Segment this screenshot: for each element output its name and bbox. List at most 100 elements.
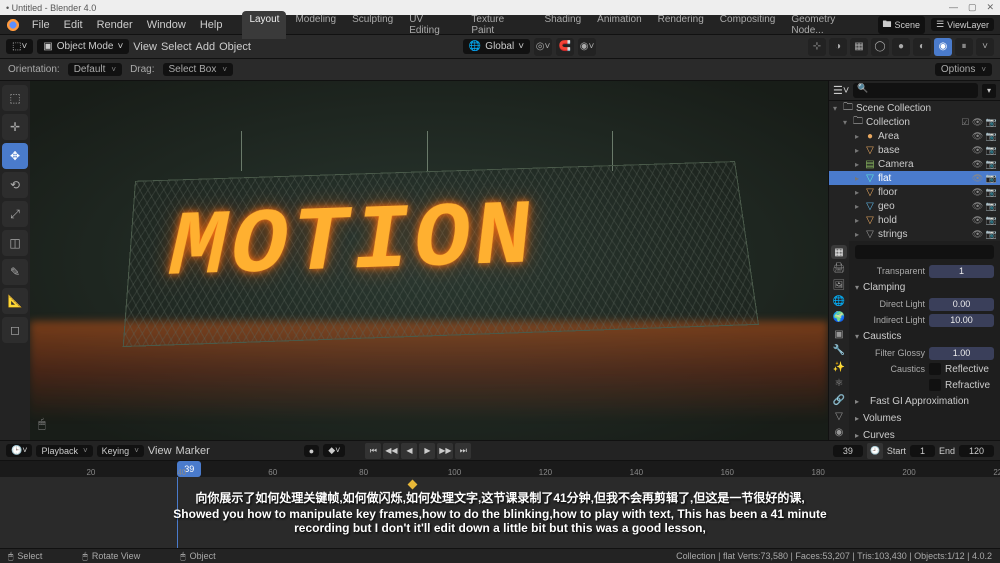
item-area[interactable]: ▸●Area👁 📷 <box>829 129 1000 143</box>
reflective-check[interactable] <box>929 363 941 375</box>
prop-tab-output[interactable]: 🖨 <box>831 261 847 275</box>
prop-tab-world[interactable]: 🌍 <box>831 311 847 325</box>
timeline-type-select[interactable]: 🕒˅ <box>6 444 32 457</box>
item-flat[interactable]: ▸▽flat👁 📷 <box>829 171 1000 185</box>
orientation-select[interactable]: 🌐 Global ˅ <box>463 39 530 54</box>
next-key-icon[interactable]: ▶▶ <box>437 443 453 459</box>
menu-file[interactable]: File <box>26 17 56 33</box>
tab-animation[interactable]: Animation <box>590 11 648 39</box>
select-menu[interactable]: Select <box>161 41 192 53</box>
options-dropdown[interactable]: Options <box>935 63 992 76</box>
transparent-value[interactable]: 1 <box>929 265 994 278</box>
preview-range-icon[interactable]: 🕘 <box>867 443 883 459</box>
sect-fastgi[interactable]: Fast GI Approximation <box>855 393 994 410</box>
keyframe[interactable] <box>408 480 418 490</box>
shading-matprev-icon[interactable]: ◐ <box>913 38 931 56</box>
indirect-light-value[interactable]: 10.00 <box>929 314 994 327</box>
view-menu[interactable]: View <box>133 41 157 53</box>
prop-edit-icon[interactable]: ◉˅ <box>578 38 596 56</box>
prop-tab-render[interactable]: ▦ <box>831 245 847 259</box>
viewport-3d[interactable]: MOTION 🖱 <box>30 81 828 440</box>
scene-field[interactable]: 🖿 Scene <box>878 16 926 34</box>
xray-icon[interactable]: ▦ <box>850 38 868 56</box>
refractive-check[interactable] <box>929 379 941 391</box>
minimize-icon[interactable]: — <box>949 2 958 13</box>
prop-tab-constraint[interactable]: 🔗 <box>831 393 847 407</box>
tool-annotate[interactable]: ✎ <box>2 259 28 285</box>
tool-cursor[interactable]: ✛ <box>2 114 28 140</box>
tab-shading[interactable]: Shading <box>537 11 588 39</box>
tab-layout[interactable]: Layout <box>242 11 286 39</box>
tool-move[interactable]: ✥ <box>2 143 28 169</box>
prev-key-icon[interactable]: ◀◀ <box>383 443 399 459</box>
tab-sculpting[interactable]: Sculpting <box>345 11 400 39</box>
end-frame[interactable]: 120 <box>959 445 994 457</box>
tool-rotate[interactable]: ⟲ <box>2 172 28 198</box>
sect-curves[interactable]: Curves <box>855 427 994 440</box>
tab-modeling[interactable]: Modeling <box>288 11 343 39</box>
prop-tab-modifier[interactable]: 🔧 <box>831 344 847 358</box>
direct-light-value[interactable]: 0.00 <box>929 298 994 311</box>
jump-start-icon[interactable]: ⏮ <box>365 443 381 459</box>
close-icon[interactable]: ✕ <box>986 2 994 13</box>
playback-menu[interactable]: Playback <box>36 445 92 457</box>
item-base[interactable]: ▸▽base👁 📷 <box>829 143 1000 157</box>
prop-tab-data[interactable]: ▽ <box>831 409 847 423</box>
tool-transform[interactable]: ◫ <box>2 230 28 256</box>
maximize-icon[interactable]: ▢ <box>968 2 977 13</box>
tool-scale[interactable]: ⤢ <box>2 201 28 227</box>
keyset-select[interactable]: ◆˅ <box>323 444 345 457</box>
item-floor[interactable]: ▸▽floor👁 📷 <box>829 185 1000 199</box>
shading-solid-icon[interactable]: ● <box>892 38 910 56</box>
pause-render-icon[interactable]: ⏸ <box>955 38 973 56</box>
item-camera[interactable]: ▸▤Camera👁 📷 <box>829 157 1000 171</box>
drag-val[interactable]: Select Box <box>163 63 233 76</box>
menu-help[interactable]: Help <box>194 17 229 33</box>
tab-texpaint[interactable]: Texture Paint <box>464 11 535 39</box>
viewlayer-field[interactable]: ☰ ViewLayer <box>931 18 994 31</box>
tab-compositing[interactable]: Compositing <box>713 11 783 39</box>
outliner-type-icon[interactable]: ☰˅ <box>833 84 849 97</box>
shading-wire-icon[interactable]: ◯ <box>871 38 889 56</box>
keying-menu[interactable]: Keying <box>97 445 144 457</box>
jump-end-icon[interactable]: ⏭ <box>455 443 471 459</box>
start-frame[interactable]: 1 <box>910 445 935 457</box>
sect-caustics[interactable]: Caustics <box>855 328 994 345</box>
filter-glossy-value[interactable]: 1.00 <box>929 347 994 360</box>
item-strings[interactable]: ▸▽strings👁 📷 <box>829 227 1000 241</box>
snap-icon[interactable]: 🧲 <box>556 38 574 56</box>
sect-clamping[interactable]: Clamping <box>855 279 994 296</box>
mode-select[interactable]: ▣ Object Mode ˅ <box>37 39 129 54</box>
menu-edit[interactable]: Edit <box>58 17 89 33</box>
filter-icon[interactable]: ▾ <box>982 84 996 98</box>
sect-volumes[interactable]: Volumes <box>855 410 994 427</box>
item-hold[interactable]: ▸▽hold👁 📷 <box>829 213 1000 227</box>
prop-tab-particle[interactable]: ✨ <box>831 360 847 374</box>
prop-tab-object[interactable]: ▣ <box>831 327 847 341</box>
timeline-track[interactable] <box>0 477 1000 548</box>
tool-add-cube[interactable]: ◻ <box>2 317 28 343</box>
editor-type-select[interactable]: ⬚˅ <box>6 39 33 54</box>
props-search[interactable] <box>855 245 994 259</box>
tab-uv[interactable]: UV Editing <box>402 11 462 39</box>
prop-tab-scene[interactable]: 🌐 <box>831 294 847 308</box>
timeline-ruler[interactable]: 39 20406080100120140160180200220 <box>0 461 1000 477</box>
prop-tab-physics[interactable]: ⚛ <box>831 376 847 390</box>
overlay-icon[interactable]: ◑ <box>829 38 847 56</box>
shading-rendered-icon[interactable]: ◉ <box>934 38 952 56</box>
object-menu[interactable]: Object <box>219 41 251 53</box>
pivot-icon[interactable]: ◎˅ <box>534 38 552 56</box>
tab-rendering[interactable]: Rendering <box>651 11 711 39</box>
prop-tab-viewlayer[interactable]: 🖼 <box>831 278 847 292</box>
menu-render[interactable]: Render <box>91 17 139 33</box>
menu-window[interactable]: Window <box>141 17 192 33</box>
gizmo-icon[interactable]: ⊹ <box>808 38 826 56</box>
current-frame[interactable]: 39 <box>833 445 863 457</box>
add-menu[interactable]: Add <box>196 41 216 53</box>
orientation-val[interactable]: Default <box>68 63 122 76</box>
item-geo[interactable]: ▸▽geo👁 📷 <box>829 199 1000 213</box>
timeline-view[interactable]: View <box>148 445 172 457</box>
play-icon[interactable]: ▶ <box>419 443 435 459</box>
collection-row[interactable]: ▾🗀Collection☑ 👁 📷 <box>829 115 1000 129</box>
tool-select-box[interactable]: ⬚ <box>2 85 28 111</box>
